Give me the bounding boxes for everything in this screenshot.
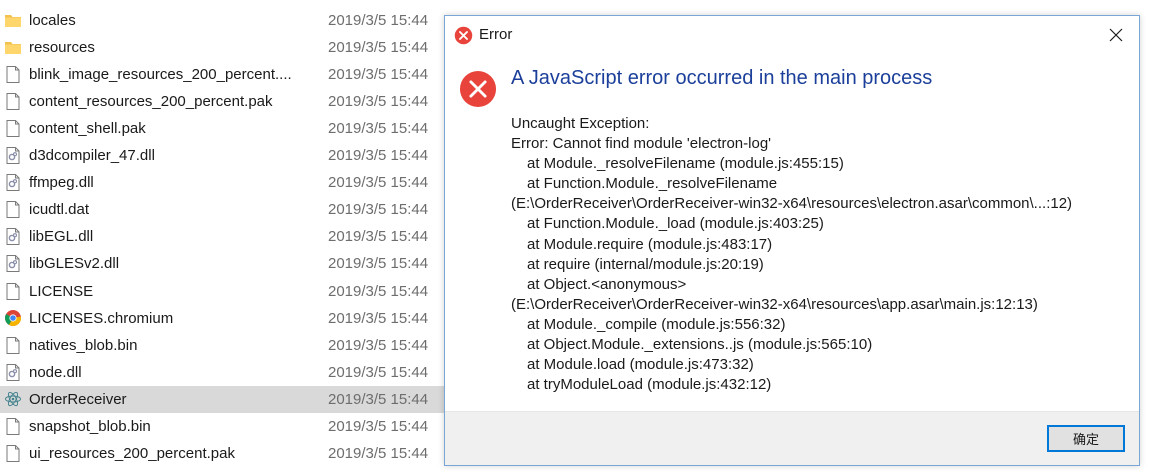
file-modified-date: 2019/3/5 15:44 bbox=[328, 201, 429, 219]
file-name: OrderReceiver bbox=[29, 390, 127, 408]
file-row[interactable]: content_shell.pak 2019/3/5 15:44 bbox=[0, 115, 445, 142]
message-line: Uncaught Exception: bbox=[511, 115, 650, 132]
dll-icon bbox=[4, 227, 22, 246]
file-row[interactable]: OrderReceiver 2019/3/5 15:44 bbox=[0, 385, 445, 413]
file-name: libEGL.dll bbox=[29, 228, 94, 246]
dialog-titlebar[interactable]: Error bbox=[445, 16, 1139, 54]
file-row[interactable]: icudtl.dat 2019/3/5 15:44 bbox=[0, 196, 445, 223]
message-line: Error: Cannot find module 'electron-log' bbox=[511, 135, 772, 153]
file-name: LICENSES.chromium bbox=[29, 309, 174, 327]
file-modified-date: 2019/3/5 15:44 bbox=[328, 228, 429, 246]
file-icon bbox=[4, 282, 22, 301]
message-line: at Module._compile (module.js:556:32) bbox=[527, 315, 786, 333]
file-name: locales bbox=[29, 12, 76, 29]
message-line: at tryModuleLoad (module.js:432:12) bbox=[527, 376, 772, 394]
error-icon bbox=[454, 26, 473, 45]
electron-icon bbox=[4, 390, 22, 409]
message-line: at Function.Module._load (module.js:403:… bbox=[527, 215, 824, 233]
file-row[interactable]: d3dcompiler_47.dll 2019/3/5 15:44 bbox=[0, 142, 445, 169]
file-name: resources bbox=[29, 39, 95, 57]
file-row[interactable]: LICENSE 2019/3/5 15:44 bbox=[0, 278, 445, 305]
file-row[interactable]: libGLESv2.dll 2019/3/5 15:44 bbox=[0, 250, 445, 277]
file-icon bbox=[4, 119, 22, 138]
message-line: (E:\OrderReceiver\OrderReceiver-win32-x6… bbox=[511, 295, 1038, 313]
file-icon bbox=[4, 200, 22, 219]
file-name: node.dll bbox=[29, 363, 82, 381]
file-row[interactable]: LICENSES.chromium 2019/3/5 15:44 bbox=[0, 305, 445, 332]
ok-button[interactable]: 确定 bbox=[1047, 425, 1125, 452]
message-line: (E:\OrderReceiver\OrderReceiver-win32-x6… bbox=[511, 195, 1073, 213]
file-name: ui_resources_200_percent.pak bbox=[29, 444, 235, 462]
file-modified-date: 2019/3/5 15:44 bbox=[328, 174, 429, 192]
file-icon bbox=[4, 417, 22, 436]
file-modified-date: 2019/3/5 15:44 bbox=[328, 120, 429, 138]
file-name: snapshot_blob.bin bbox=[29, 417, 151, 435]
file-modified-date: 2019/3/5 15:44 bbox=[328, 309, 429, 327]
file-icon bbox=[4, 444, 22, 463]
file-row[interactable]: ffmpeg.dll 2019/3/5 15:44 bbox=[0, 169, 445, 196]
file-row[interactable]: content_resources_200_percent.pak 2019/3/… bbox=[0, 88, 445, 115]
file-row[interactable]: resources 2019/3/5 15:44 bbox=[0, 34, 445, 61]
file-row[interactable]: node.dll 2019/3/5 15:44 bbox=[0, 359, 445, 386]
file-modified-date: 2019/3/5 15:44 bbox=[328, 93, 429, 111]
file-name: blink_image_resources_200_percent.... bbox=[29, 66, 292, 84]
close-button[interactable] bbox=[1101, 20, 1131, 50]
file-modified-date: 2019/3/5 15:44 bbox=[328, 39, 429, 57]
file-modified-date: 2019/3/5 15:44 bbox=[328, 390, 429, 408]
file-modified-date: 2019/3/5 15:44 bbox=[328, 363, 429, 381]
file-modified-date: 2019/3/5 15:44 bbox=[328, 255, 429, 273]
message-line: at Object.<anonymous> bbox=[527, 275, 687, 293]
file-row[interactable]: ui_resources_200_percent.pak 2019/3/5 15:… bbox=[0, 440, 445, 467]
file-row[interactable]: natives_blob.bin 2019/3/5 15:44 bbox=[0, 332, 445, 359]
dll-icon bbox=[4, 146, 22, 165]
error-icon bbox=[459, 70, 497, 108]
error-heading: A JavaScript error occurred in the main … bbox=[511, 67, 933, 89]
file-icon bbox=[4, 65, 22, 84]
file-modified-date: 2019/3/5 15:44 bbox=[328, 147, 429, 165]
file-name: d3dcompiler_47.dll bbox=[29, 147, 155, 165]
dll-icon bbox=[4, 254, 22, 273]
message-line: at Module._resolveFilename (module.js:45… bbox=[527, 155, 844, 173]
file-modified-date: 2019/3/5 15:44 bbox=[328, 336, 429, 354]
file-name: natives_blob.bin bbox=[29, 336, 138, 354]
file-name: LICENSE bbox=[29, 282, 94, 300]
file-row[interactable]: blink_image_resources_200_percent.... 201… bbox=[0, 61, 445, 88]
folder-icon bbox=[4, 38, 22, 57]
file-row[interactable]: snapshot_blob.bin 2019/3/5 15:44 bbox=[0, 413, 445, 440]
folder-icon bbox=[4, 11, 22, 30]
file-name: icudtl.dat bbox=[29, 201, 90, 219]
file-name: content_shell.pak bbox=[29, 120, 146, 138]
file-modified-date: 2019/3/5 15:44 bbox=[328, 444, 429, 462]
chrome-icon bbox=[4, 309, 22, 328]
file-row[interactable]: locales 2019/3/5 15:44 bbox=[0, 7, 445, 34]
dll-icon bbox=[4, 363, 22, 382]
message-line: at Object.Module._extensions..js (module… bbox=[527, 336, 873, 354]
file-icon bbox=[4, 92, 22, 111]
file-modified-date: 2019/3/5 15:44 bbox=[328, 66, 429, 84]
file-icon bbox=[4, 336, 22, 355]
file-name: content_resources_200_percent.pak bbox=[29, 93, 273, 111]
file-name: libGLESv2.dll bbox=[29, 255, 120, 273]
dll-icon bbox=[4, 173, 22, 192]
file-row[interactable]: libEGL.dll 2019/3/5 15:44 bbox=[0, 223, 445, 250]
message-line: at Module.load (module.js:473:32) bbox=[527, 356, 754, 374]
dialog-title: Error bbox=[479, 26, 513, 43]
close-icon bbox=[1109, 28, 1123, 42]
message-line: at Function.Module._resolveFilename bbox=[527, 175, 778, 193]
dialog-footer: 确定 bbox=[445, 411, 1139, 465]
error-message: Uncaught Exception: Error: Cannot find mo… bbox=[511, 114, 1133, 395]
message-line: at require (internal/module.js:20:19) bbox=[527, 255, 764, 273]
file-modified-date: 2019/3/5 15:44 bbox=[328, 417, 429, 435]
file-modified-date: 2019/3/5 15:44 bbox=[328, 12, 429, 29]
file-list: locales 2019/3/5 15:44 resources 2019/3/5 1… bbox=[0, 0, 445, 471]
file-modified-date: 2019/3/5 15:44 bbox=[328, 282, 429, 300]
error-dialog: Error A JavaScript error occurred in the… bbox=[444, 15, 1140, 466]
file-name: ffmpeg.dll bbox=[29, 174, 94, 192]
message-line: at Module.require (module.js:483:17) bbox=[527, 235, 773, 253]
